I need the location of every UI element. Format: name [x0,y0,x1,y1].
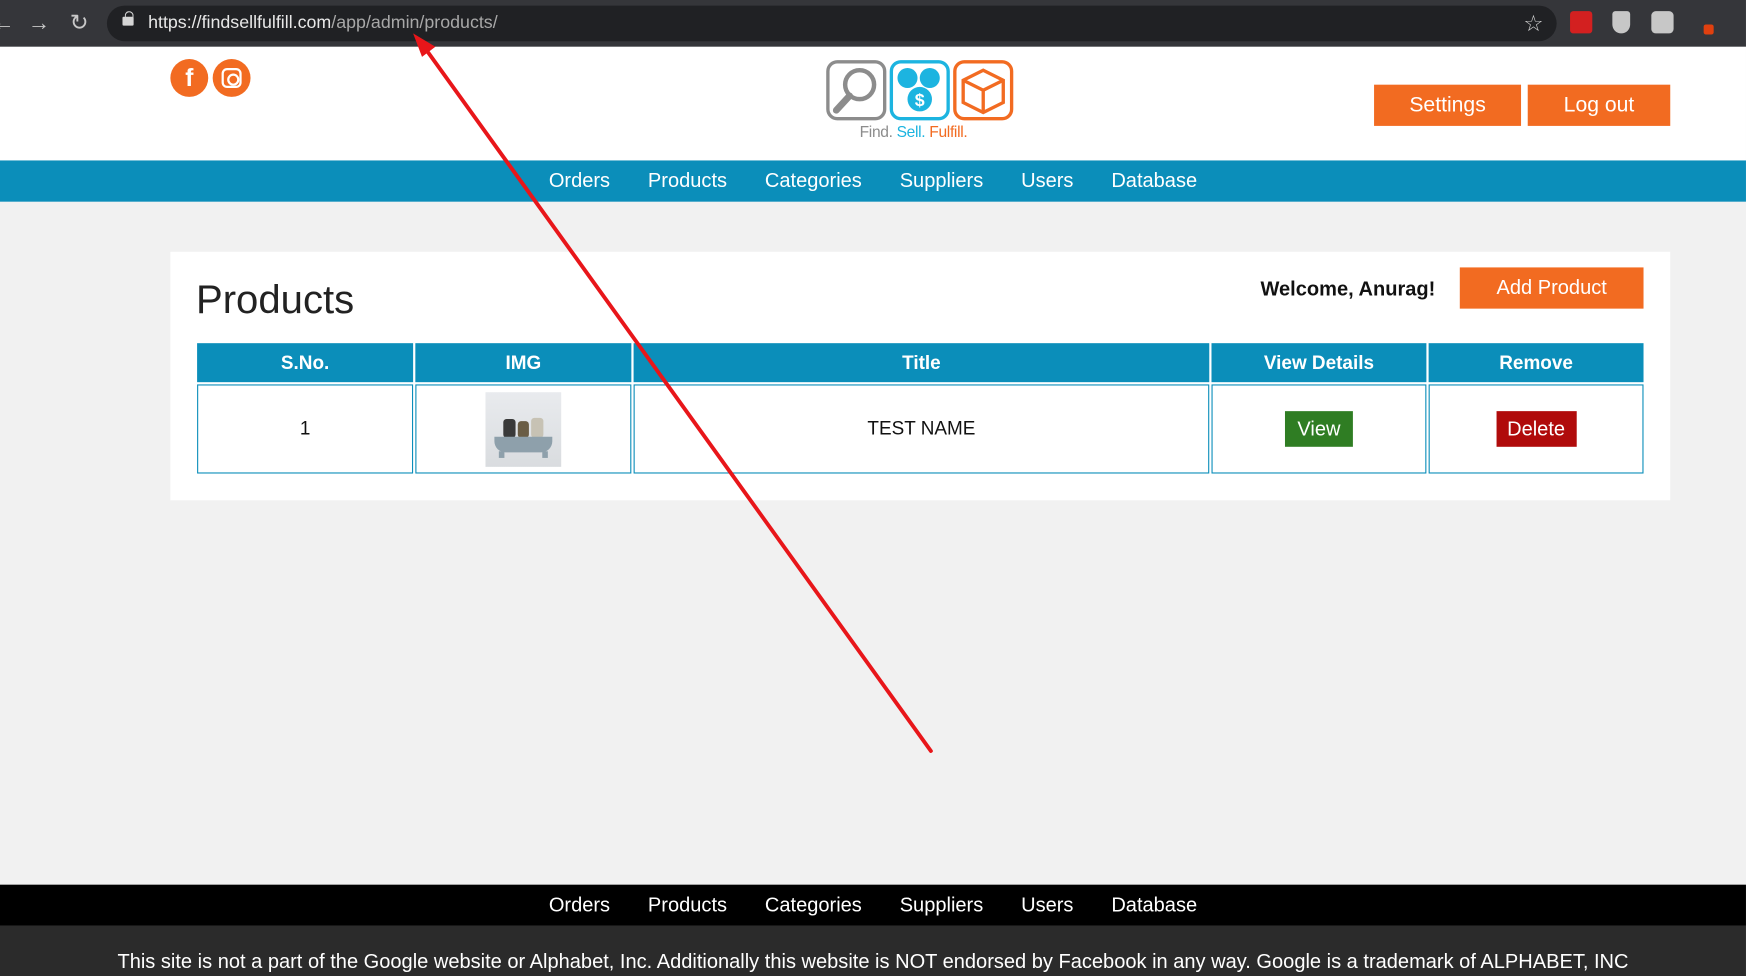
extension-camera-icon[interactable] [1651,11,1674,34]
forward-icon[interactable]: → [24,9,53,38]
nav-database[interactable]: Database [1111,160,1197,201]
url-host: https://findsellfulfill.com [148,13,332,33]
col-header-remove: Remove [1428,343,1644,383]
nav-orders[interactable]: Orders [549,160,610,201]
svg-text:$: $ [915,90,925,110]
nav-users[interactable]: Users [1021,160,1073,201]
view-button[interactable]: View [1284,411,1353,447]
nav-suppliers[interactable]: Suppliers [900,160,984,201]
footer-disclaimer: This site is not a part of the Google we… [117,950,1629,973]
url-path: /app/admin/products/ [331,13,498,33]
cell-sno: 1 [197,384,414,474]
main-nav: Orders Products Categories Suppliers Users Da… [0,160,1746,202]
address-bar[interactable]: https://findsellfulfill.com/app/admin/pr… [106,5,1557,42]
extension-pen-icon[interactable] [1693,11,1715,35]
cell-view: View [1211,384,1427,474]
welcome-message: Welcome, Anurag! [1260,277,1436,300]
extension-lastpass-icon[interactable] [1570,11,1593,34]
col-header-view-details: View Details [1211,343,1427,383]
site-header: f $ Find. Sell. Fulfill. Settings Log ou… [0,46,1746,161]
footer-nav-users[interactable]: Users [1021,885,1073,926]
col-header-sno: S.No. [197,343,414,383]
cell-remove: Delete [1428,384,1644,474]
reload-icon[interactable]: ↻ [65,9,94,38]
nav-categories[interactable]: Categories [765,160,862,201]
currency-icon: $ [889,60,950,121]
products-table: S.No. IMG Title View Details Remove 1 TE… [195,341,1646,476]
footer-nav-categories[interactable]: Categories [765,885,862,926]
site-logo[interactable]: $ Find. Sell. Fulfill. [826,60,1015,156]
lock-icon [122,11,134,26]
logo-word-sell: Sell. [896,122,926,141]
table-row: 1 TEST NAME View Delete [197,384,1644,474]
footer-nav-database[interactable]: Database [1111,885,1197,926]
magnifier-icon [826,60,887,121]
add-product-button[interactable]: Add Product [1459,267,1644,309]
logout-button[interactable]: Log out [1527,84,1671,126]
footer-nav: Orders Products Categories Suppliers Users Da… [0,884,1746,926]
products-panel: Products Welcome, Anurag! Add Product S.… [170,251,1671,501]
browser-toolbar: ← → ↻ https://findsellfulfill.com/app/ad… [0,0,1746,47]
delete-button[interactable]: Delete [1495,411,1577,447]
package-icon [953,60,1014,121]
back-icon[interactable]: ← [0,9,18,38]
logo-word-find: Find. [859,122,893,141]
facebook-icon[interactable]: f [170,59,209,97]
col-header-img: IMG [415,343,632,383]
settings-button[interactable]: Settings [1374,84,1522,126]
url-text[interactable]: https://findsellfulfill.com/app/admin/pr… [148,13,498,33]
instagram-icon[interactable] [212,59,251,97]
page-title: Products [195,276,355,323]
table-header-row: S.No. IMG Title View Details Remove [197,343,1644,383]
footer-nav-orders[interactable]: Orders [549,885,610,926]
footer-nav-products[interactable]: Products [648,885,727,926]
nav-products[interactable]: Products [648,160,727,201]
bookmark-star-icon[interactable]: ☆ [1523,10,1543,38]
col-header-title: Title [633,343,1210,383]
logo-word-fulfill: Fulfill. [929,122,968,141]
site-footer: This site is not a part of the Google we… [0,925,1746,976]
footer-nav-suppliers[interactable]: Suppliers [900,885,984,926]
product-thumbnail[interactable] [485,391,562,467]
extension-shield-icon[interactable] [1612,11,1631,34]
cell-img [415,384,632,474]
logo-tagline: Find. Sell. Fulfill. [860,123,968,141]
cell-title: TEST NAME [633,384,1210,474]
